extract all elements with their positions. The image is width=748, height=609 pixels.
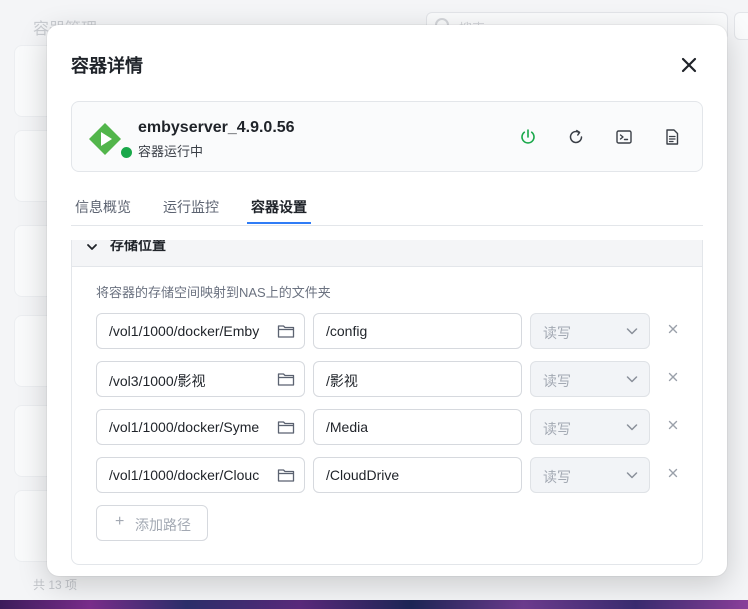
emby-logo-icon [89,123,121,155]
host-path-input[interactable]: /vol1/1000/docker/Clouc [96,457,305,493]
power-icon [521,129,535,144]
folder-icon[interactable] [277,466,295,484]
container-info-card: embyserver_4.9.0.56 容器运行中 [71,101,703,172]
container-path-value: /CloudDrive [326,467,400,483]
log-button[interactable] [662,127,682,147]
chevron-down-icon [87,244,97,250]
mount-row: /vol1/1000/docker/Syme /Media 读写 [96,409,696,445]
running-status-dot [119,145,134,160]
tab-settings[interactable]: 容器设置 [251,197,307,217]
log-icon [666,129,679,145]
container-path-input[interactable]: /config [313,313,522,349]
desktop-wallpaper [0,600,748,609]
mount-row: /vol1/1000/docker/Clouc /CloudDrive 读写 [96,457,696,493]
chevron-down-icon [626,376,638,383]
active-tab-indicator [247,222,311,224]
tab-monitor[interactable]: 运行监控 [163,197,219,217]
chevron-down-icon [626,424,638,431]
container-status: 容器运行中 [138,144,204,159]
container-path-input[interactable]: /影视 [313,361,522,397]
container-detail-modal: 容器详情 embyserver_4.9.0.56 容器运行中 信息概览 运行监控… [47,25,727,576]
terminal-icon [616,130,632,144]
storage-section-title: 存储位置 [110,240,166,253]
remove-icon[interactable] [666,466,680,480]
mount-row: /vol3/1000/影视 /影视 读写 [96,361,696,397]
host-path-value: /vol1/1000/docker/Syme [109,419,260,435]
container-path-input[interactable]: /CloudDrive [313,457,522,493]
modal-title: 容器详情 [71,56,143,76]
restart-button[interactable] [566,127,586,147]
close-button[interactable] [677,53,701,77]
permission-select[interactable]: 读写 [530,409,650,445]
folder-icon[interactable] [277,322,295,340]
remove-icon[interactable] [666,322,680,336]
storage-section: 存储位置 将容器的存储空间映射到NAS上的文件夹 /vol1/1000/dock… [71,240,703,565]
storage-section-header[interactable]: 存储位置 [72,240,702,267]
add-path-button[interactable]: + 添加路径 [96,505,208,541]
add-path-label: 添加路径 [135,517,191,533]
remove-icon[interactable] [666,370,680,384]
host-path-value: /vol1/1000/docker/Emby [109,323,260,339]
power-button[interactable] [518,127,538,147]
folder-icon[interactable] [277,418,295,436]
folder-icon[interactable] [277,370,295,388]
tab-overview[interactable]: 信息概览 [75,197,131,217]
detail-tabs: 信息概览 运行监控 容器设置 [71,190,703,226]
container-path-value: /影视 [326,373,358,389]
permission-select[interactable]: 读写 [530,361,650,397]
background-footer-count: 共 13 项 [33,578,78,592]
host-path-value: /vol1/1000/docker/Clouc [109,467,260,483]
container-name: embyserver_4.9.0.56 [138,119,295,136]
storage-description: 将容器的存储空间映射到NAS上的文件夹 [96,285,331,300]
restart-icon [569,129,583,144]
container-path-value: /Media [326,419,369,435]
permission-value: 读写 [543,421,571,437]
mount-row: /vol1/1000/docker/Emby /config 读写 [96,313,696,349]
permission-value: 读写 [543,373,571,389]
container-path-input[interactable]: /Media [313,409,522,445]
permission-value: 读写 [543,325,571,341]
plus-icon: + [115,513,125,530]
permission-value: 读写 [543,469,571,485]
remove-icon[interactable] [666,418,680,432]
host-path-input[interactable]: /vol3/1000/影视 [96,361,305,397]
host-path-input[interactable]: /vol1/1000/docker/Emby [96,313,305,349]
close-icon [681,57,697,73]
chevron-down-icon [626,328,638,335]
host-path-value: /vol3/1000/影视 [109,373,206,389]
background-action-button[interactable] [734,12,748,40]
host-path-input[interactable]: /vol1/1000/docker/Syme [96,409,305,445]
container-path-value: /config [326,323,368,339]
terminal-button[interactable] [614,127,634,147]
permission-select[interactable]: 读写 [530,313,650,349]
permission-select[interactable]: 读写 [530,457,650,493]
chevron-down-icon [626,472,638,479]
